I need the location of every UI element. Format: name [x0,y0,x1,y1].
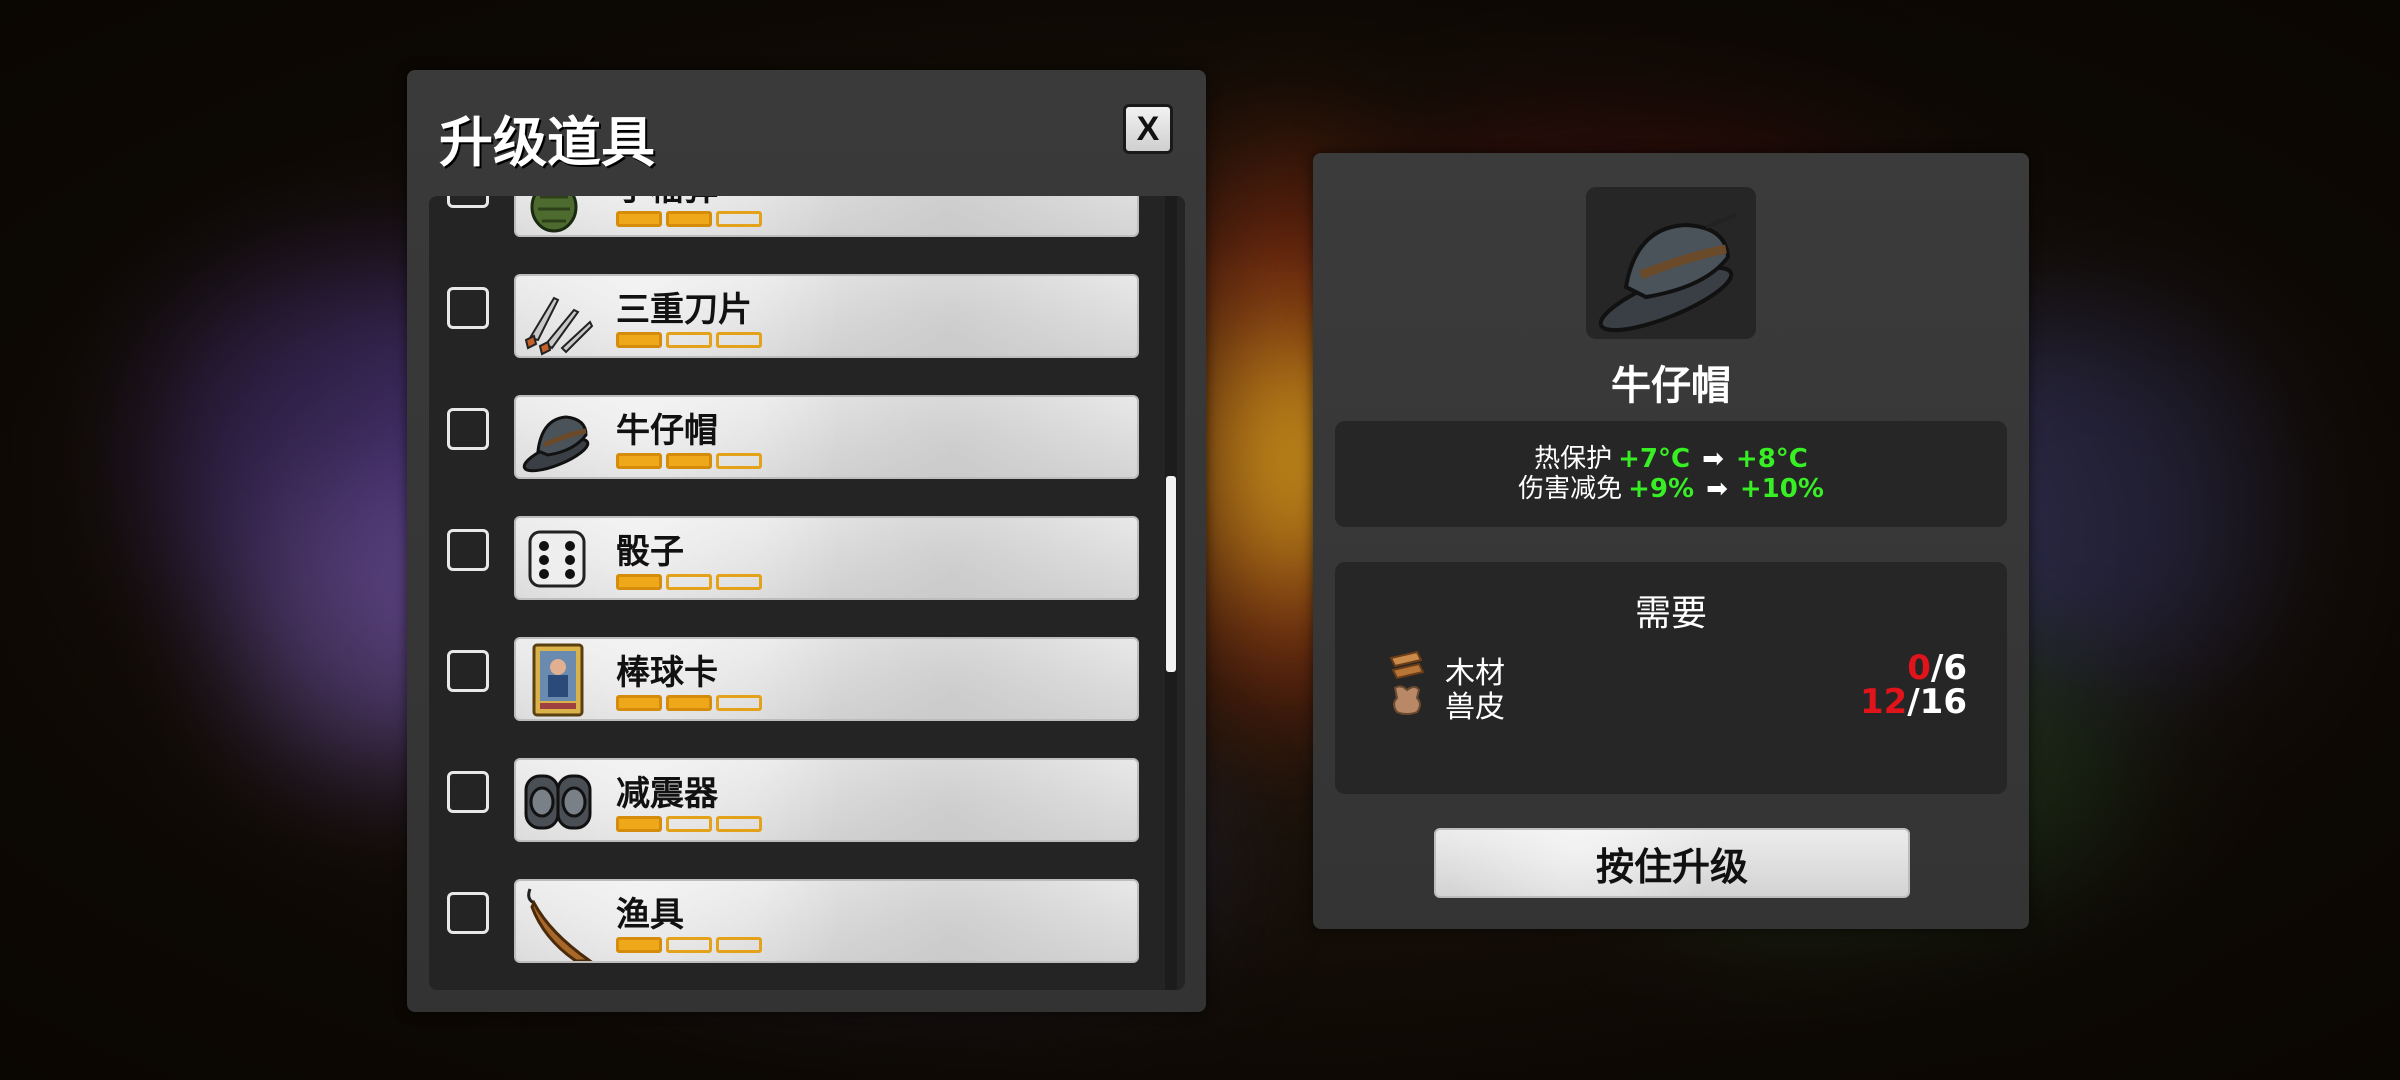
level-pip-filled [616,574,662,590]
stat-heat-protection: 热保护 +7°C ➡ +8°C [1534,444,1808,474]
wood-icon [1389,650,1425,680]
stat-from: +7°C [1618,444,1691,474]
item-row[interactable]: 棒球卡 [429,615,1149,736]
level-pip-empty [716,574,762,590]
item-row[interactable]: 手榴弹 [429,196,1149,252]
item-row[interactable]: 减震器 [429,736,1149,857]
level-pip-filled [666,453,712,469]
level-bar [616,574,762,590]
item-checkbox[interactable] [447,408,489,450]
level-pip-empty [666,816,712,832]
detail-icon-frame [1586,187,1756,339]
fishing-rod-icon [520,883,596,963]
level-bar [616,937,762,953]
item-list[interactable]: 手榴弹三重刀片牛仔帽骰子棒球卡减震器渔具 [429,196,1185,990]
item-name: 牛仔帽 [616,411,718,451]
item-card[interactable]: 渔具 [514,879,1139,963]
item-card[interactable]: 骰子 [514,516,1139,600]
item-name: 手榴弹 [616,196,718,210]
level-pip-empty [716,816,762,832]
item-card[interactable]: 棒球卡 [514,637,1139,721]
stat-label: 热保护 [1534,444,1613,474]
item-row[interactable]: 牛仔帽 [429,373,1149,494]
item-name: 渔具 [616,895,684,935]
level-bar [616,695,762,711]
item-name: 棒球卡 [616,653,718,693]
grenade-icon [520,196,596,235]
item-row[interactable]: 渔具 [429,857,1149,978]
item-checkbox[interactable] [447,771,489,813]
requirement-hide: 兽皮 12/16 [1387,682,1967,725]
item-card[interactable]: 手榴弹 [514,196,1139,237]
level-bar [616,332,762,348]
requirements-box: 需要 木材 0/6 兽皮 12/16 [1335,562,2007,794]
level-pip-empty [716,211,762,227]
arrow-right-icon: ➡ [1702,444,1724,474]
requirement-wood: 木材 0/6 [1387,648,1967,691]
item-name: 三重刀片 [616,290,752,330]
stat-label: 伤害减免 [1518,474,1623,504]
level-pip-filled [616,816,662,832]
cowboy-hat-icon [520,399,596,477]
upgrade-items-panel: 升级道具 X 手榴弹三重刀片牛仔帽骰子棒球卡减震器渔具 [407,70,1206,1012]
level-pip-empty [716,695,762,711]
item-checkbox[interactable] [447,892,489,934]
level-pip-filled [616,211,662,227]
level-pip-filled [666,695,712,711]
item-name: 减震器 [616,774,718,814]
item-detail-panel: 牛仔帽 热保护 +7°C ➡ +8°C 伤害减免 +9% ➡ +10% 需要 木… [1313,153,2029,929]
stat-from: +9% [1628,474,1695,504]
item-list-content: 手榴弹三重刀片牛仔帽骰子棒球卡减震器渔具 [429,196,1149,978]
level-pip-filled [616,332,662,348]
level-pip-empty [716,332,762,348]
item-checkbox[interactable] [447,650,489,692]
knives-icon [520,278,596,356]
level-bar [616,453,762,469]
hide-icon [1393,685,1421,715]
level-bar [616,816,762,832]
level-pip-filled [616,937,662,953]
level-pip-empty [716,453,762,469]
requirement-count: 12/16 [1859,682,1967,722]
scrollbar[interactable] [1165,196,1177,990]
requirement-label: 兽皮 [1445,690,1505,725]
item-card[interactable]: 减震器 [514,758,1139,842]
arrow-right-icon: ➡ [1706,474,1728,504]
item-name: 骰子 [616,532,684,572]
item-card[interactable]: 牛仔帽 [514,395,1139,479]
item-row[interactable]: 三重刀片 [429,252,1149,373]
knee-pads-icon [520,762,596,840]
item-checkbox[interactable] [447,196,489,208]
level-pip-empty [666,937,712,953]
stat-to: +10% [1739,474,1824,504]
level-pip-empty [716,937,762,953]
detail-item-name: 牛仔帽 [1611,363,1731,409]
hold-to-upgrade-button[interactable]: 按住升级 [1434,828,1910,898]
item-card[interactable]: 三重刀片 [514,274,1139,358]
close-button[interactable]: X [1123,104,1173,154]
item-checkbox[interactable] [447,287,489,329]
stat-damage-reduction: 伤害减免 +9% ➡ +10% [1518,474,1824,504]
panel-title: 升级道具 [439,111,655,174]
dice-icon [520,520,596,598]
level-pip-filled [666,211,712,227]
item-checkbox[interactable] [447,529,489,571]
cowboy-hat-icon [1598,213,1737,333]
requirements-title: 需要 [1634,593,1707,634]
baseball-card-icon [520,641,596,719]
level-pip-filled [616,453,662,469]
stats-box: 热保护 +7°C ➡ +8°C 伤害减免 +9% ➡ +10% [1335,421,2007,527]
scrollbar-thumb[interactable] [1166,476,1176,672]
level-pip-empty [666,332,712,348]
stat-to: +8°C [1735,444,1808,474]
item-row[interactable]: 骰子 [429,494,1149,615]
level-pip-filled [616,695,662,711]
level-pip-empty [666,574,712,590]
level-bar [616,211,762,227]
